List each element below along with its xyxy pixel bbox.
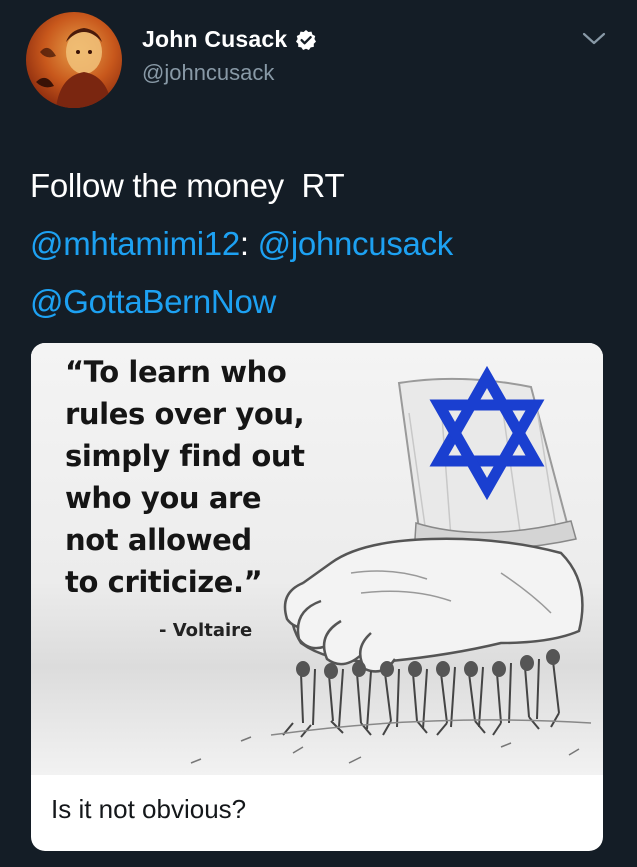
- mention-link[interactable]: @mhtamimi12: [30, 225, 240, 262]
- media-card[interactable]: “To learn who rules over you, simply find …: [31, 343, 603, 851]
- card-caption: Is it not obvious?: [51, 794, 247, 824]
- tweet-text-segment: Follow the money RT: [30, 167, 345, 204]
- tweet-text: Follow the money RT @mhtamimi12: @johncus…: [30, 157, 620, 331]
- mention-link[interactable]: @GottaBernNow: [30, 283, 276, 320]
- avatar[interactable]: [26, 12, 122, 108]
- tweet-text-line: @GottaBernNow: [30, 273, 620, 331]
- media-image: “To learn who rules over you, simply find …: [31, 343, 603, 775]
- tweet-text-segment: :: [239, 225, 258, 262]
- quote-line: rules over you,: [65, 397, 305, 431]
- tweet-text-line: @mhtamimi12: @johncusack: [30, 215, 620, 273]
- tweet: John Cusack @johncusack Follow the money…: [0, 0, 637, 867]
- quote-line: to criticize.”: [65, 565, 263, 599]
- tweet-text-line: Follow the money RT: [30, 157, 620, 215]
- chevron-down-icon[interactable]: [580, 30, 608, 48]
- quote-text: “To learn who rules over you, simply find …: [65, 351, 365, 603]
- quote-line: “To learn who: [65, 355, 287, 389]
- quote-line: not allowed: [65, 523, 252, 557]
- quote-line: simply find out: [65, 439, 305, 473]
- verified-badge-icon: [295, 29, 317, 51]
- display-name[interactable]: John Cusack: [142, 26, 287, 53]
- mention-link[interactable]: @johncusack: [258, 225, 454, 262]
- quote-line: who you are: [65, 481, 262, 515]
- quote-attribution: - Voltaire: [159, 620, 253, 641]
- author-name-row: John Cusack: [142, 26, 317, 53]
- author-handle[interactable]: @johncusack: [142, 60, 274, 86]
